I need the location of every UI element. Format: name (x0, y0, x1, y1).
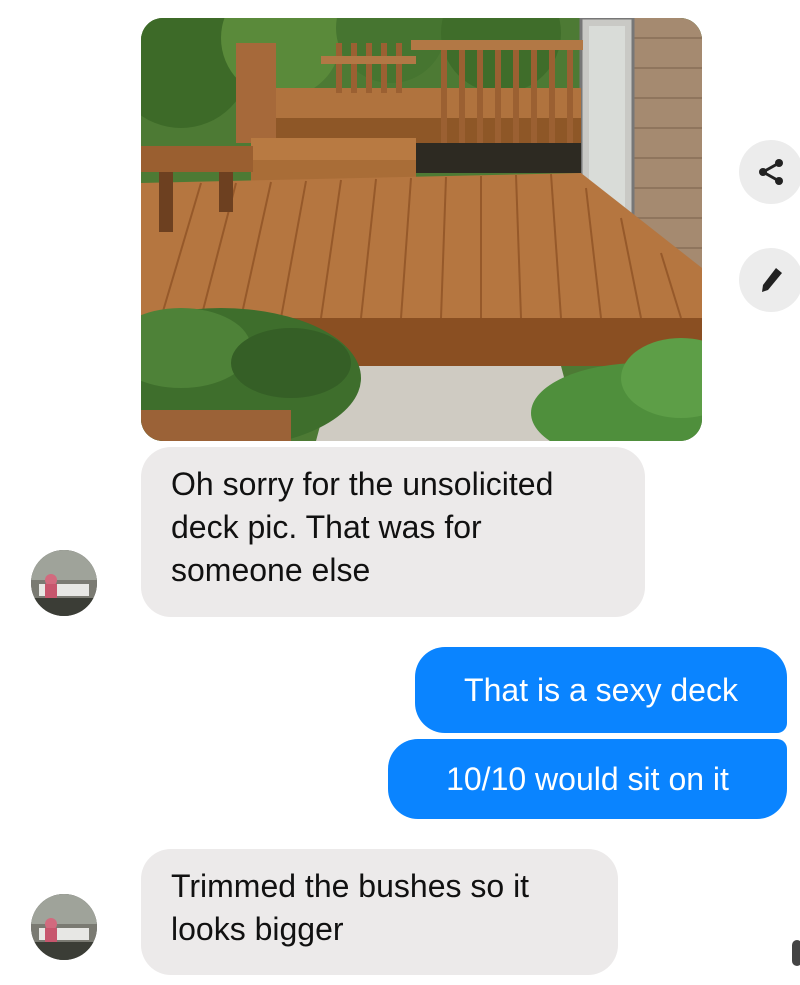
partial-icon (792, 940, 800, 966)
message-line: Trimmed the bushes so it (171, 868, 530, 904)
message-line: looks bigger (171, 911, 344, 947)
pencil-icon (756, 265, 786, 295)
message-text: That is a sexy deck (464, 671, 738, 708)
share-button[interactable] (739, 140, 800, 204)
message-bubble-incoming: Oh sorry for the unsolicited deck pic. T… (141, 447, 645, 617)
contact-avatar[interactable] (31, 550, 97, 616)
edit-button[interactable] (739, 248, 800, 312)
message-line: someone else (171, 552, 371, 588)
message-bubble-outgoing: 10/10 would sit on it (388, 739, 787, 819)
shared-deck-photo[interactable] (141, 18, 702, 441)
share-icon (756, 157, 786, 187)
message-bubble-incoming: Trimmed the bushes so it looks bigger (141, 849, 618, 975)
message-text: 10/10 would sit on it (446, 760, 729, 797)
message-bubble-outgoing: That is a sexy deck (415, 647, 787, 733)
contact-avatar[interactable] (31, 894, 97, 960)
message-line: deck pic. That was for (171, 509, 482, 545)
message-line: Oh sorry for the unsolicited (171, 466, 554, 502)
